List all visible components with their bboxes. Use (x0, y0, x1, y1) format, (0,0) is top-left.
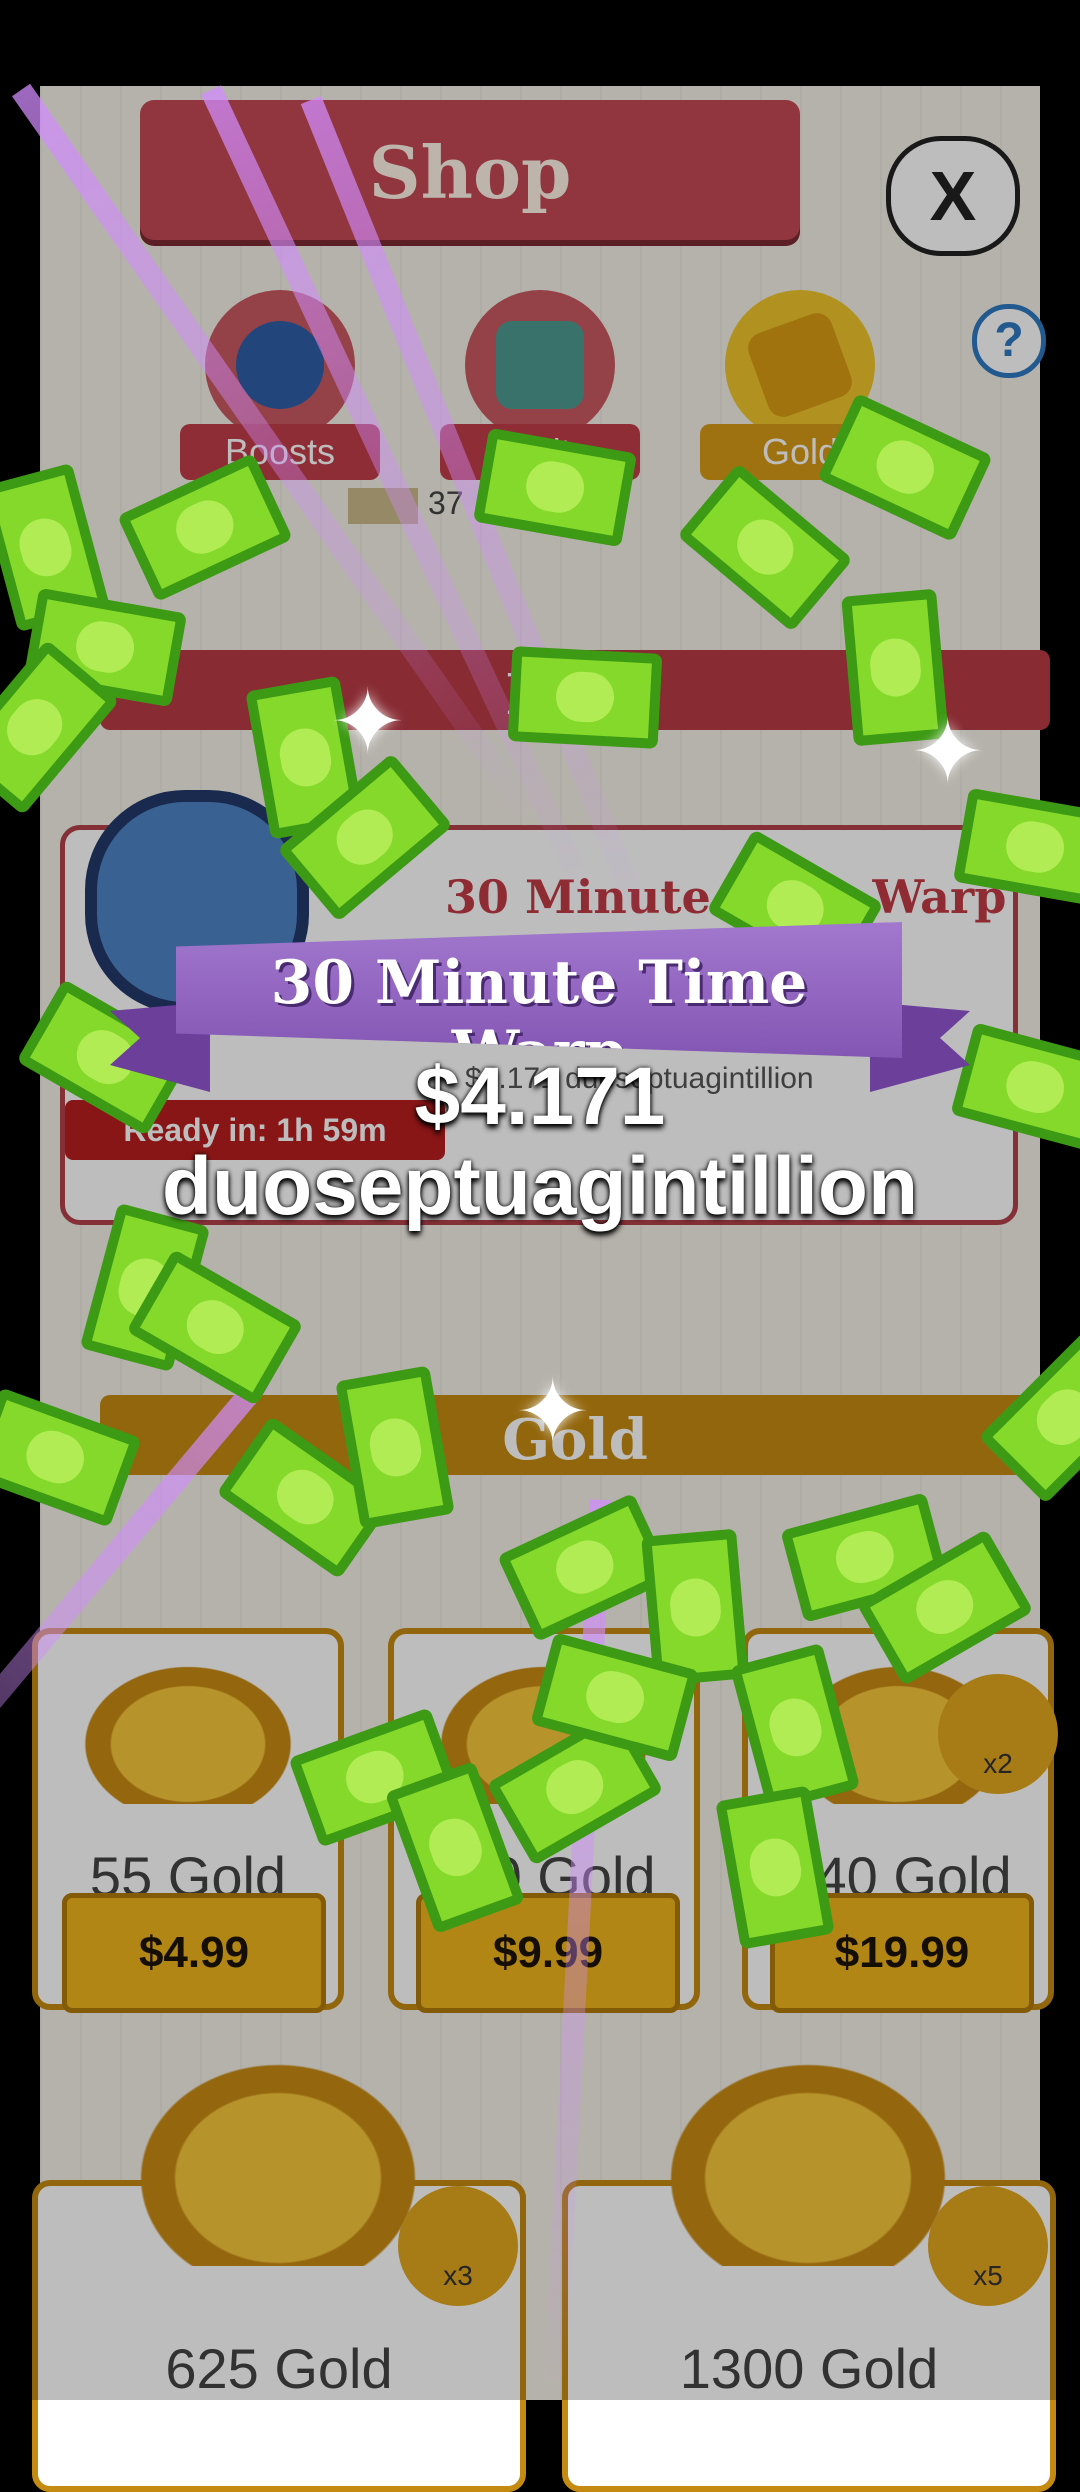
reward-amount: $4.171 duoseptuagintillion (140, 1051, 940, 1233)
sparkle-icon: ✦ (330, 673, 406, 773)
cash-bill-icon (507, 646, 663, 749)
reward-amount-unit: duoseptuagintillion (161, 1141, 919, 1233)
sparkle-icon: ✦ (910, 703, 986, 803)
sparkle-icon: ✦ (515, 1363, 591, 1463)
reward-amount-value: $4.171 (414, 1051, 666, 1142)
